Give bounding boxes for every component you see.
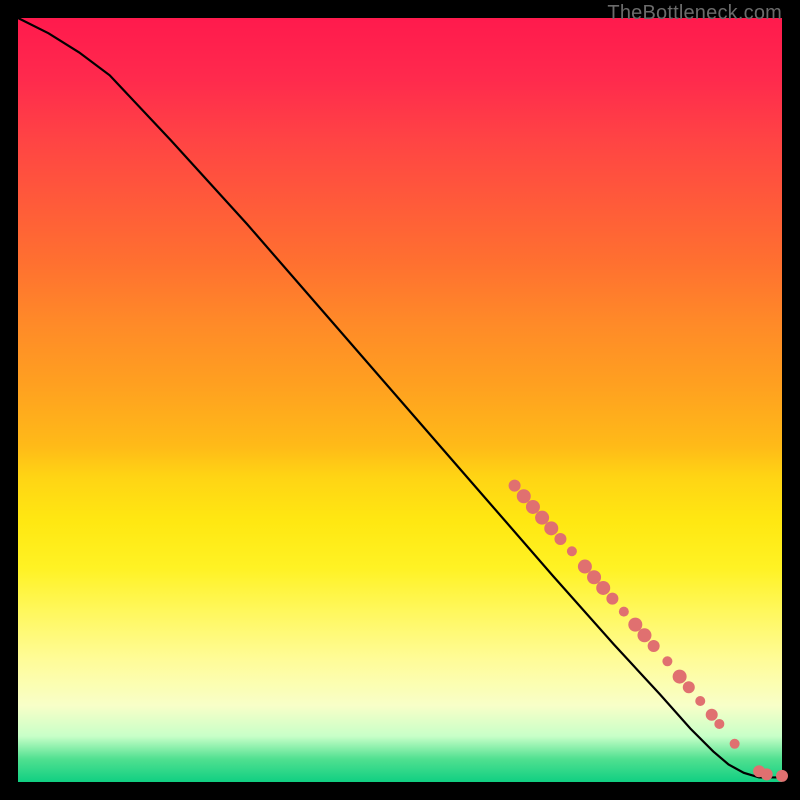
data-point: [544, 521, 558, 535]
data-point: [554, 533, 566, 545]
chart-frame: TheBottleneck.com: [0, 0, 800, 800]
chart-svg: [18, 18, 782, 782]
data-point: [662, 656, 672, 666]
data-point: [596, 581, 610, 595]
data-point: [714, 719, 724, 729]
data-point: [648, 640, 660, 652]
watermark-text: TheBottleneck.com: [607, 2, 782, 25]
data-point: [776, 770, 788, 782]
data-point: [535, 511, 549, 525]
data-point: [730, 739, 740, 749]
data-point: [695, 696, 705, 706]
data-point: [683, 681, 695, 693]
data-point: [706, 709, 718, 721]
data-point: [637, 628, 651, 642]
data-point: [761, 768, 773, 780]
data-point: [517, 489, 531, 503]
data-point: [578, 560, 592, 574]
data-point: [567, 546, 577, 556]
data-point: [673, 670, 687, 684]
plot-area: [18, 18, 782, 782]
data-point: [619, 607, 629, 617]
marker-group: [509, 480, 788, 782]
data-point: [587, 570, 601, 584]
data-point: [509, 480, 521, 492]
data-point: [628, 618, 642, 632]
data-point: [606, 593, 618, 605]
data-point: [526, 500, 540, 514]
